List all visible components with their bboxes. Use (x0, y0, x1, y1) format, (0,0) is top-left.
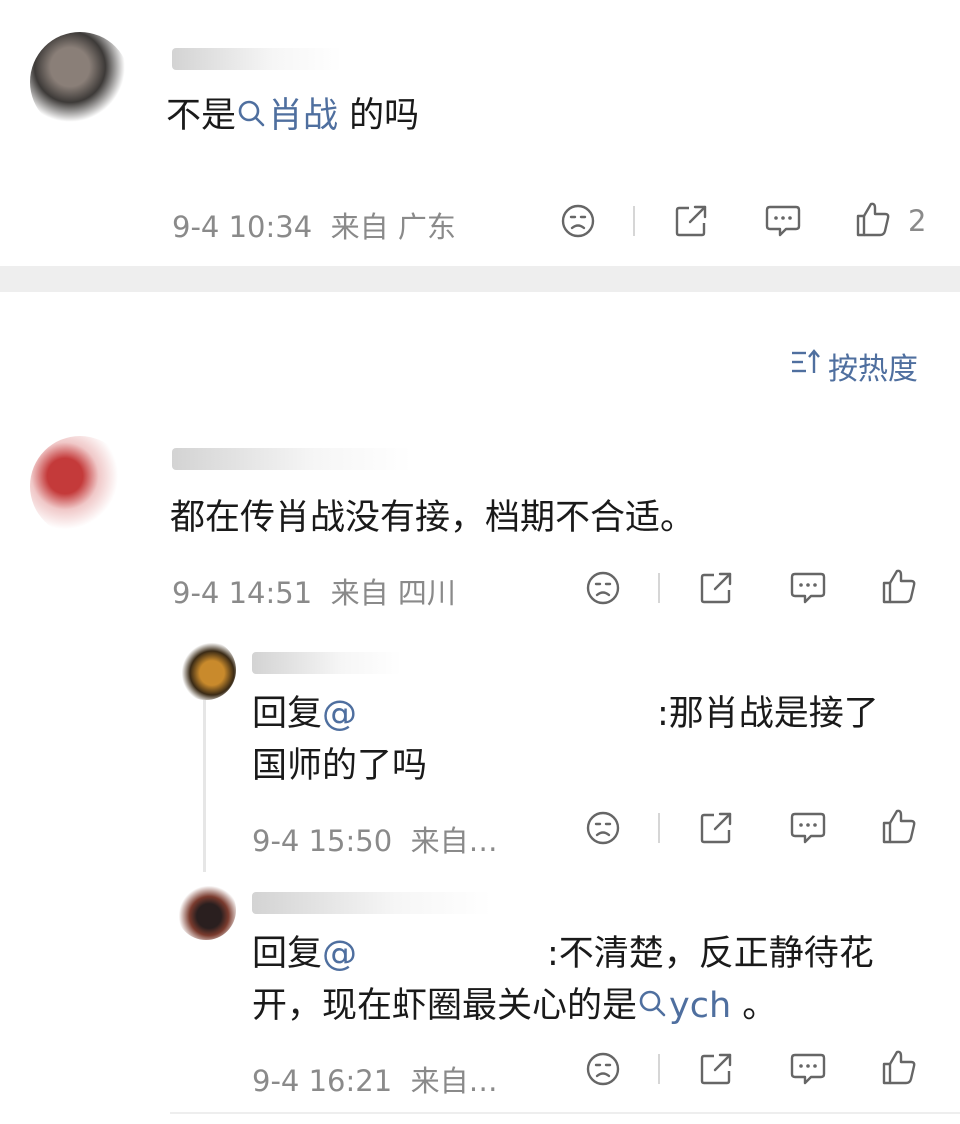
mention-redacted (376, 694, 656, 736)
username-redacted[interactable] (252, 652, 402, 674)
sort-label: 按热度 (828, 352, 918, 387)
comment-icon[interactable] (789, 810, 827, 846)
like-icon[interactable] (881, 567, 917, 605)
sort-icon (790, 348, 822, 384)
comment-text: 不是 肖战 的吗 (166, 84, 419, 149)
reply-meta: 9-4 16:21 来自… (252, 1058, 498, 1100)
topic-search-icon (236, 85, 266, 149)
topic-search-icon (637, 975, 667, 1039)
dislike-icon[interactable] (585, 570, 621, 606)
timestamp: 9-4 15:50 (252, 824, 393, 858)
avatar[interactable] (176, 880, 236, 940)
share-icon[interactable] (673, 203, 709, 239)
dislike-icon[interactable] (585, 810, 621, 846)
timestamp: 9-4 14:51 (172, 576, 313, 610)
comment-icon[interactable] (789, 570, 827, 606)
avatar[interactable] (30, 32, 130, 132)
share-icon[interactable] (698, 810, 734, 846)
timestamp: 9-4 10:34 (172, 210, 313, 244)
sort-button[interactable]: 按热度 (790, 344, 918, 388)
like-icon[interactable] (881, 1048, 917, 1086)
action-separator (658, 813, 660, 843)
bottom-divider (170, 1112, 960, 1114)
share-icon[interactable] (698, 570, 734, 606)
action-separator (658, 1054, 660, 1084)
topic-link[interactable]: ych (637, 986, 731, 1026)
dislike-icon[interactable] (560, 203, 596, 239)
comment-text: 都在传肖战没有接，档期不合适。 (170, 498, 696, 538)
mention-link[interactable]: @ (322, 934, 357, 974)
avatar[interactable] (30, 436, 130, 536)
location: 来自 广东 (330, 210, 456, 244)
comment-meta: 9-4 14:51 来自 四川 (172, 570, 456, 612)
location: 来自… (410, 1064, 498, 1098)
dislike-icon[interactable] (585, 1051, 621, 1087)
like-icon[interactable] (881, 807, 917, 845)
timestamp: 9-4 16:21 (252, 1064, 393, 1098)
reply-text-line2: 开，现在虾圈最关心的是 ych 。 (252, 974, 777, 1039)
location: 来自 四川 (330, 576, 456, 610)
comment-icon[interactable] (789, 1051, 827, 1087)
like-icon[interactable] (855, 200, 891, 238)
mention-link[interactable]: @ (322, 694, 357, 734)
username-redacted[interactable] (252, 892, 492, 914)
location: 来自… (410, 824, 498, 858)
action-separator (633, 206, 635, 236)
comment-icon[interactable] (764, 203, 802, 239)
action-separator (658, 573, 660, 603)
topic-link[interactable]: 肖战 (236, 96, 338, 136)
avatar[interactable] (176, 640, 236, 700)
reply-thread-line (203, 700, 206, 872)
username-redacted[interactable] (172, 448, 412, 470)
reply-text-line2: 国师的了吗 (252, 746, 428, 786)
comment-meta: 9-4 10:34 来自 广东 (172, 204, 456, 246)
reply-meta: 9-4 15:50 来自… (252, 818, 498, 860)
like-count: 2 (908, 204, 927, 238)
share-icon[interactable] (698, 1051, 734, 1087)
section-divider (0, 266, 960, 292)
username-redacted[interactable] (172, 48, 342, 70)
